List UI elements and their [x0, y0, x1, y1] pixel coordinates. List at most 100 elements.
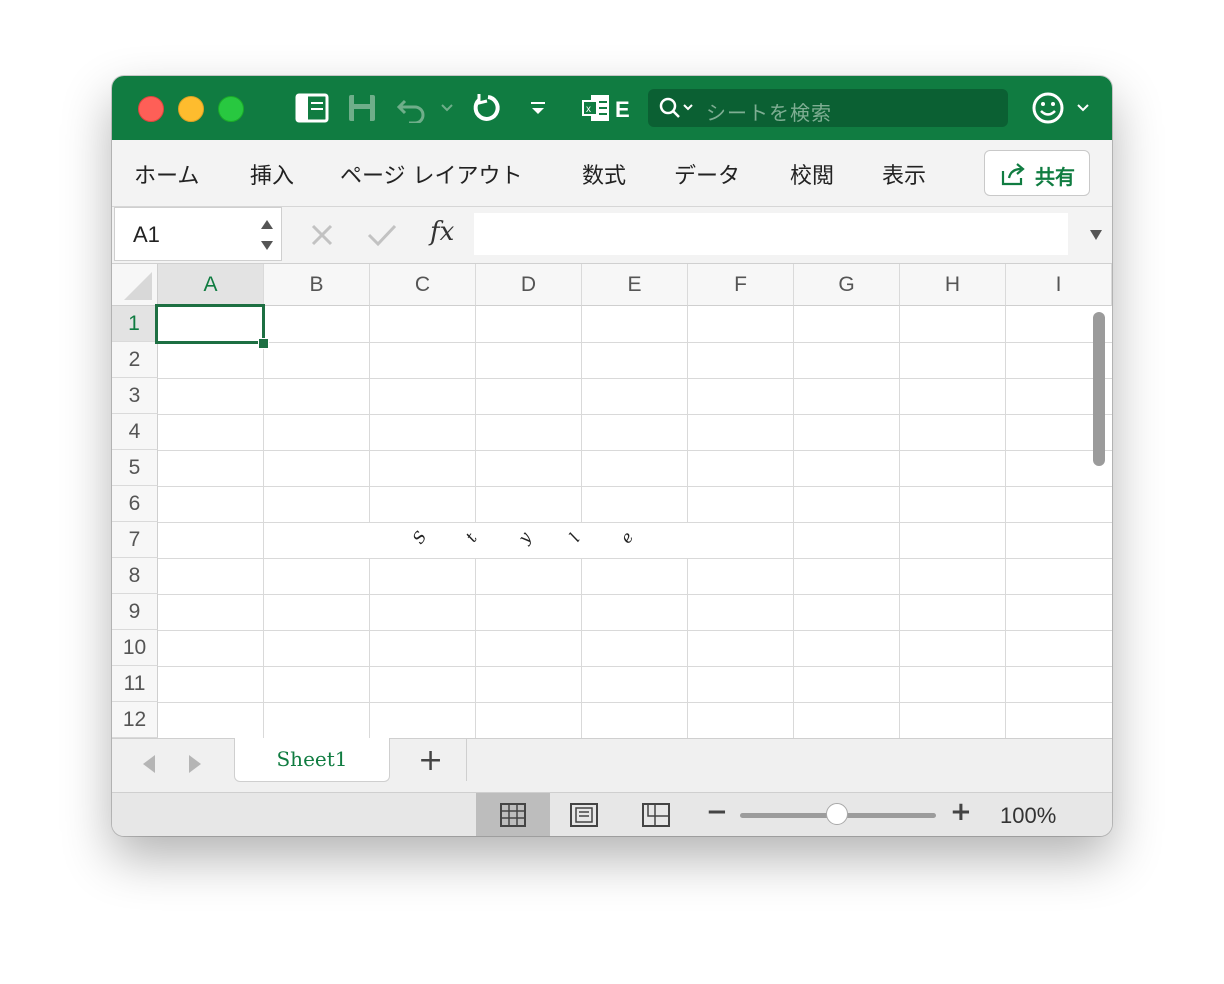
sidebar-toggle-icon[interactable] — [292, 90, 332, 126]
tab-review[interactable]: 校閲 — [790, 158, 834, 190]
grid-col-line — [581, 306, 582, 522]
column-header-b[interactable]: B — [264, 264, 370, 306]
name-box-stepper-icon[interactable] — [259, 216, 275, 258]
row-header-4[interactable]: 4 — [112, 414, 158, 450]
zoom-level-value[interactable]: 100% — [1000, 803, 1056, 829]
merged-cell-char: S — [408, 527, 431, 548]
feedback-dropdown-icon[interactable] — [1074, 90, 1092, 126]
column-header-g[interactable]: G — [794, 264, 900, 306]
row-header-2[interactable]: 2 — [112, 342, 158, 378]
merged-cell-char: y — [514, 528, 535, 547]
search-icon — [658, 96, 698, 124]
page-break-preview-icon[interactable] — [642, 803, 670, 831]
column-header-a[interactable]: A — [158, 264, 264, 306]
enter-check-icon[interactable] — [366, 221, 398, 253]
zoom-window-button[interactable] — [218, 96, 244, 122]
select-all-corner[interactable] — [112, 264, 158, 306]
grid-row-line — [158, 702, 1112, 703]
sheet-bar-divider — [466, 739, 467, 781]
grid-col-line — [369, 558, 370, 738]
name-box-value: A1 — [133, 222, 160, 247]
grid-row-line — [158, 666, 1112, 667]
prev-sheet-arrow-icon[interactable] — [140, 753, 158, 779]
grid-col-line — [1005, 306, 1006, 738]
close-window-button[interactable] — [138, 96, 164, 122]
grid-row-line — [158, 450, 1112, 451]
next-sheet-arrow-icon[interactable] — [186, 753, 204, 779]
column-header-e[interactable]: E — [582, 264, 688, 306]
formula-bar: A1 fx — [112, 207, 1112, 264]
insert-function-fx[interactable]: fx — [430, 217, 454, 247]
smiley-feedback-icon[interactable] — [1030, 90, 1066, 126]
row-header-9[interactable]: 9 — [112, 594, 158, 630]
share-icon — [999, 161, 1027, 191]
row-header-12[interactable]: 12 — [112, 702, 158, 738]
row-header-5[interactable]: 5 — [112, 450, 158, 486]
search-sheet-box[interactable]: シートを検索 — [648, 89, 1008, 127]
tab-data[interactable]: データ — [674, 158, 740, 190]
grid-row-line — [158, 558, 1112, 559]
merged-cell-b7-f7[interactable]: S t y l e — [264, 522, 794, 558]
sheet-tab-sheet1[interactable]: Sheet1 — [234, 738, 390, 782]
zoom-out-button[interactable]: − — [706, 797, 728, 827]
column-header-f[interactable]: F — [688, 264, 794, 306]
excel-window: xE シートを検索 ホーム 挿入 ページ レイアウト 数式 データ 校閲 表示 … — [112, 76, 1112, 836]
merged-cell-char: e — [616, 528, 638, 547]
expand-formula-bar-icon[interactable] — [1088, 227, 1104, 246]
merged-cell-char: l — [565, 529, 584, 546]
normal-view-icon — [500, 803, 526, 831]
tab-view[interactable]: 表示 — [882, 158, 926, 190]
minimize-window-button[interactable] — [178, 96, 204, 122]
vertical-scrollbar[interactable] — [1093, 312, 1105, 466]
add-sheet-button[interactable]: + — [418, 743, 443, 778]
grid-row-line — [158, 414, 1112, 415]
row-header-7[interactable]: 7 — [112, 522, 158, 558]
customize-toolbar-icon[interactable] — [524, 90, 552, 126]
name-box[interactable]: A1 — [114, 207, 282, 261]
cancel-icon[interactable] — [308, 221, 336, 253]
normal-view-button[interactable] — [476, 793, 550, 836]
ribbon-tabs: ホーム 挿入 ページ レイアウト 数式 データ 校閲 表示 共有 — [112, 140, 1112, 207]
zoom-in-button[interactable]: + — [950, 797, 972, 827]
grid-col-line — [369, 306, 370, 522]
grid-row-line — [158, 342, 1112, 343]
column-header-d[interactable]: D — [476, 264, 582, 306]
sheet-tab-bar: Sheet1 + — [112, 738, 1112, 792]
spreadsheet-grid: A B C D E F G H I 1 2 3 4 5 6 7 8 9 10 1… — [112, 264, 1112, 738]
column-header-c[interactable]: C — [370, 264, 476, 306]
column-header-i[interactable]: I — [1006, 264, 1112, 306]
grid-col-line — [475, 306, 476, 522]
grid-col-line — [687, 306, 688, 522]
undo-icon[interactable] — [394, 90, 430, 126]
save-icon[interactable] — [344, 90, 380, 126]
tab-page-layout[interactable]: ページ レイアウト — [340, 158, 523, 190]
row-header-11[interactable]: 11 — [112, 666, 158, 702]
redo-icon[interactable] — [468, 90, 504, 126]
share-button[interactable]: 共有 — [984, 150, 1090, 196]
row-header-1[interactable]: 1 — [112, 306, 158, 342]
row-header-6[interactable]: 6 — [112, 486, 158, 522]
row-header-3[interactable]: 3 — [112, 378, 158, 414]
tab-insert[interactable]: 挿入 — [250, 158, 294, 190]
share-label: 共有 — [1035, 165, 1075, 189]
selected-cell-a1[interactable] — [155, 304, 265, 344]
page-layout-view-icon[interactable] — [570, 803, 598, 831]
grid-row-line — [158, 378, 1112, 379]
grid-row-line — [158, 486, 1112, 487]
excel-file-icon[interactable]: xE — [580, 90, 632, 126]
zoom-slider-knob[interactable] — [826, 803, 848, 825]
grid-col-line — [899, 306, 900, 738]
row-header-10[interactable]: 10 — [112, 630, 158, 666]
title-bar: xE シートを検索 — [112, 76, 1112, 140]
tab-home[interactable]: ホーム — [134, 158, 199, 190]
tab-formulas[interactable]: 数式 — [582, 158, 626, 190]
svg-text:x: x — [586, 104, 591, 115]
grid-col-line — [475, 558, 476, 738]
grid-col-line — [687, 558, 688, 738]
formula-input[interactable] — [474, 213, 1068, 255]
undo-dropdown-icon[interactable] — [438, 90, 456, 126]
row-header-8[interactable]: 8 — [112, 558, 158, 594]
column-header-h[interactable]: H — [900, 264, 1006, 306]
search-placeholder: シートを検索 — [706, 101, 832, 125]
fill-handle[interactable] — [258, 338, 269, 349]
